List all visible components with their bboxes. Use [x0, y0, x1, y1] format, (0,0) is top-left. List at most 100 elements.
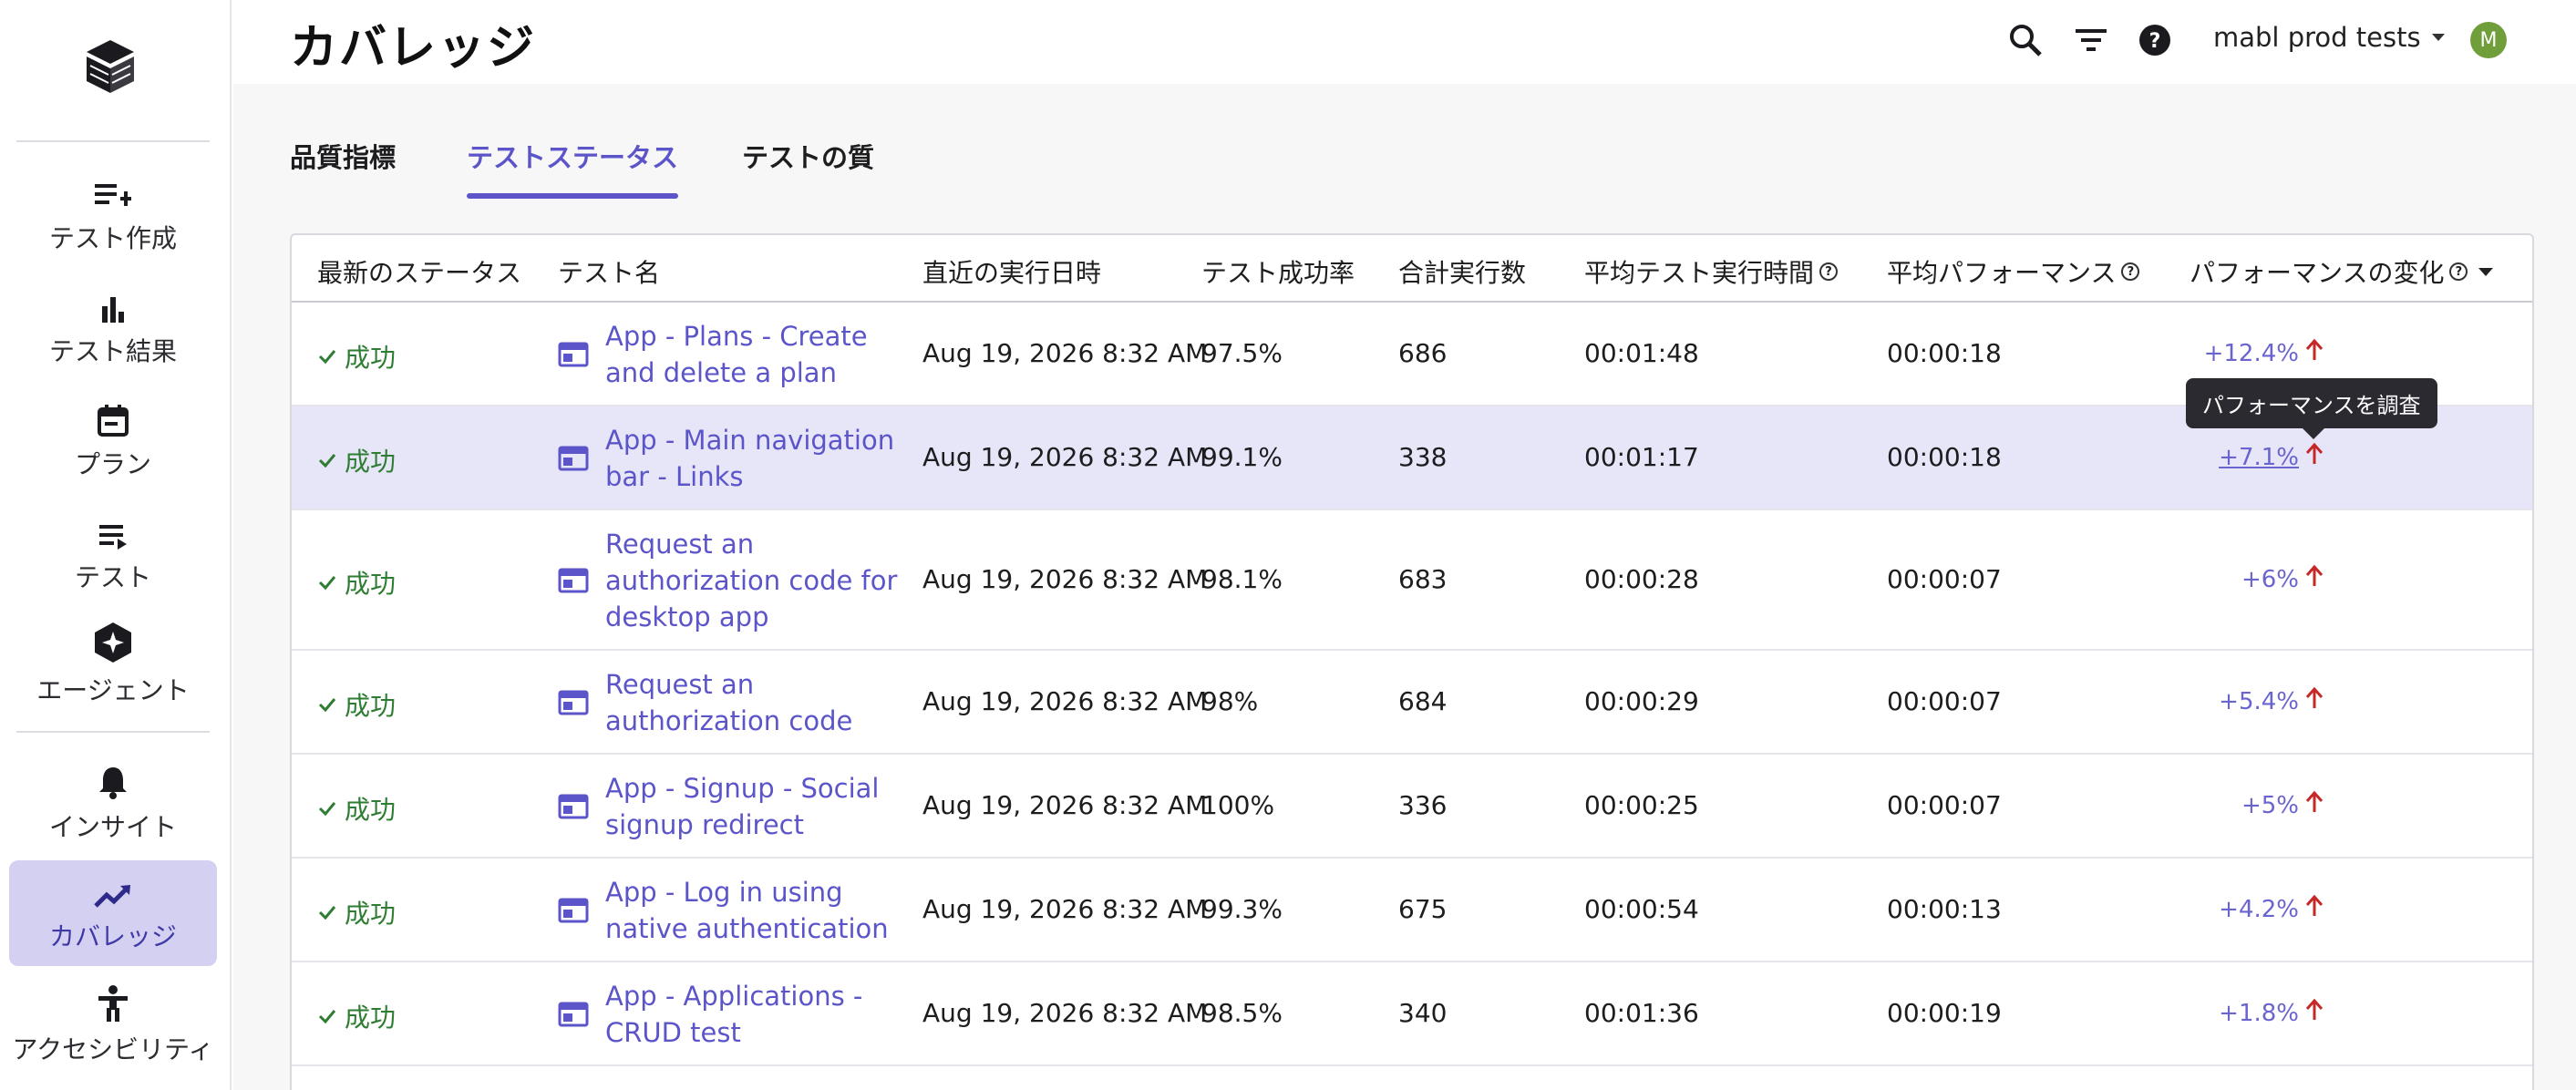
sidebar-item-insights[interactable]: インサイト — [9, 751, 217, 857]
last-run-date: Aug 19, 2026 8:32 AM — [922, 998, 1208, 1028]
arrow-up-icon — [2304, 998, 2324, 1028]
performance-change: +6% — [2169, 564, 2324, 594]
performance-change-link[interactable]: +6% — [2241, 566, 2299, 593]
total-runs: 338 — [1398, 442, 1448, 472]
mabl-logo[interactable] — [82, 36, 139, 97]
column-header-performance-change[interactable]: パフォーマンスの変化? — [2190, 253, 2494, 290]
pass-rate: 99.1% — [1201, 442, 1283, 472]
status-badge: 成功 — [317, 338, 396, 375]
table-header: 最新のステータス テスト名 直近の実行日時 テスト成功率 合計実行数 平均テスト… — [292, 235, 2532, 303]
browser-window-icon — [558, 446, 589, 471]
test-name-link[interactable]: App - Plans - Create and delete a plan — [605, 318, 906, 391]
last-run-date: Aug 19, 2026 8:32 AM — [922, 686, 1208, 716]
total-runs: 683 — [1398, 564, 1448, 594]
column-label: テスト名 — [558, 258, 661, 288]
pass-rate: 98.5% — [1201, 998, 1283, 1028]
workspace-selector[interactable]: mabl prod tests — [2213, 22, 2445, 53]
arrow-up-icon — [2304, 338, 2324, 368]
last-run-date: Aug 19, 2026 8:32 AM — [922, 564, 1208, 594]
sidebar: テスト作成 テスト結果 プラン テスト エージェント インサイト カバレッジ ア… — [0, 0, 232, 1090]
browser-window-icon — [558, 794, 589, 819]
performance-change: +12.4% — [2169, 338, 2324, 368]
column-label: テスト成功率 — [1201, 258, 1355, 288]
table-row[interactable]: 成功 App - Applications - CRUD test Aug 19, … — [292, 962, 2532, 1066]
sidebar-item-label: エージェント — [36, 675, 190, 705]
performance-change-link[interactable]: +7.1% — [2219, 444, 2299, 471]
tab-quality-metrics[interactable]: 品質指標 — [290, 137, 396, 175]
check-icon — [318, 454, 336, 468]
svg-text:?: ? — [2149, 30, 2161, 53]
column-header-last-run[interactable]: 直近の実行日時 — [922, 253, 1101, 290]
bell-icon — [97, 764, 129, 800]
column-header-status[interactable]: 最新のステータス — [317, 253, 521, 290]
sidebar-item-label: テスト結果 — [48, 336, 177, 366]
sidebar-item-tests[interactable]: テスト — [9, 501, 217, 607]
status-badge: 成功 — [317, 790, 396, 827]
column-header-avg-performance[interactable]: 平均パフォーマンス? — [1887, 253, 2140, 290]
pass-rate: 97.5% — [1201, 338, 1283, 368]
table-row[interactable]: 成功 Request an authorization code for desk… — [292, 510, 2532, 651]
sidebar-item-accessibility[interactable]: アクセシビリティ — [9, 973, 217, 1079]
performance-change-link[interactable]: +5.4% — [2219, 688, 2299, 715]
test-name-link[interactable]: App - Main navigation bar - Links — [605, 422, 906, 495]
help-circle-icon[interactable]: ? — [1819, 262, 1839, 281]
avg-run-time: 00:01:36 — [1584, 998, 1699, 1028]
total-runs: 686 — [1398, 338, 1448, 368]
test-name-link[interactable]: App - Applications - CRUD test — [605, 978, 906, 1051]
check-icon — [318, 698, 336, 713]
table-row[interactable]: 成功 App - Signup - Social signup redirect A… — [292, 755, 2532, 859]
coverage-table: 最新のステータス テスト名 直近の実行日時 テスト成功率 合計実行数 平均テスト… — [290, 233, 2534, 1090]
status-text: 成功 — [345, 899, 397, 929]
check-icon — [318, 350, 336, 365]
search-icon[interactable] — [2005, 20, 2045, 60]
sort-desc-icon[interactable] — [2478, 267, 2494, 276]
accessibility-icon — [96, 985, 130, 1023]
sidebar-item-agents[interactable]: エージェント — [9, 614, 217, 720]
help-circle-icon[interactable]: ? — [2449, 262, 2468, 281]
filter-icon[interactable] — [2071, 20, 2111, 60]
chevron-down-icon — [2431, 34, 2445, 41]
column-label: 合計実行数 — [1398, 258, 1527, 288]
total-runs: 684 — [1398, 686, 1448, 716]
total-runs: 340 — [1398, 998, 1448, 1028]
sidebar-item-coverage[interactable]: カバレッジ — [9, 860, 217, 966]
help-icon[interactable]: ? — [2135, 20, 2175, 60]
performance-change-link[interactable]: +1.8% — [2219, 1000, 2299, 1027]
status-badge: 成功 — [317, 894, 396, 931]
performance-change-link[interactable]: +12.4% — [2204, 340, 2299, 367]
sidebar-item-test-results[interactable]: テスト結果 — [9, 275, 217, 381]
check-icon — [318, 906, 336, 920]
column-header-avg-run-time[interactable]: 平均テスト実行時間? — [1584, 253, 1839, 290]
bar-chart-icon — [98, 288, 129, 324]
browser-window-icon — [558, 898, 589, 923]
sidebar-divider — [16, 731, 210, 733]
column-header-pass-rate[interactable]: テスト成功率 — [1201, 253, 1355, 290]
avatar[interactable]: M — [2470, 22, 2507, 58]
table-row[interactable]: 成功 App - Log in using native authenticati… — [292, 859, 2532, 962]
help-circle-icon[interactable]: ? — [2121, 262, 2140, 281]
test-name-link[interactable]: App - Signup - Social signup redirect — [605, 770, 906, 843]
avg-performance: 00:00:19 — [1887, 998, 2002, 1028]
last-run-date: Aug 19, 2026 8:32 AM — [922, 790, 1208, 820]
avg-performance: 00:00:18 — [1887, 338, 2002, 368]
column-header-total-runs[interactable]: 合計実行数 — [1398, 253, 1526, 290]
sidebar-item-create-test[interactable]: テスト作成 — [9, 162, 217, 268]
test-name-link[interactable]: App - Log in using native authentication — [605, 874, 906, 947]
pass-rate: 98.1% — [1201, 564, 1283, 594]
table-row[interactable]: 成功 Request an authorization code Aug 19, 2… — [292, 651, 2532, 755]
tab-test-quality[interactable]: テストの質 — [742, 137, 874, 175]
sidebar-item-label: テスト — [74, 562, 151, 592]
tab-test-status[interactable]: テストステータス — [467, 137, 679, 199]
performance-change-link[interactable]: +5% — [2241, 792, 2299, 819]
column-header-test-name[interactable]: テスト名 — [558, 253, 660, 290]
column-label: 最新のステータス — [317, 258, 522, 288]
performance-change-link[interactable]: +4.2% — [2219, 896, 2299, 923]
sidebar-item-plans[interactable]: プラン — [9, 388, 217, 494]
add-list-icon — [93, 175, 133, 211]
test-name-link[interactable]: Request an authorization code for deskto… — [605, 526, 906, 635]
trending-up-icon — [93, 873, 133, 910]
sidebar-item-label: テスト作成 — [48, 223, 177, 253]
test-name-link[interactable]: Request an authorization code — [605, 666, 906, 739]
browser-window-icon — [558, 342, 589, 367]
arrow-up-icon — [2304, 564, 2324, 594]
